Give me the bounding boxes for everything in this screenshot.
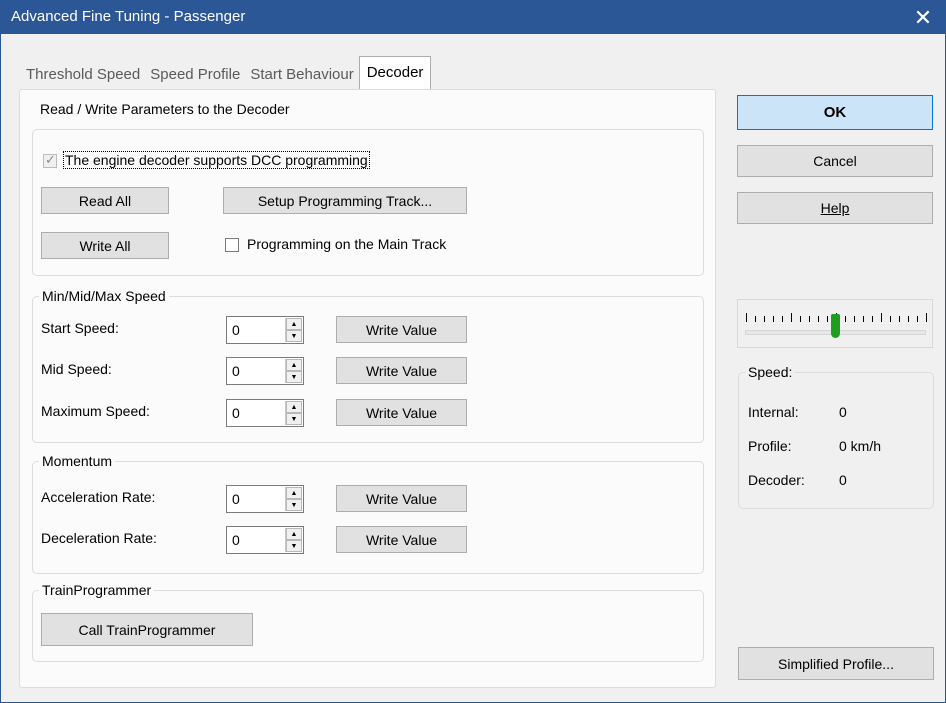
tab-strip: Threshold Speed Speed Profile Start Beha… [21, 56, 432, 90]
trainprogrammer-group: TrainProgrammer Call TrainProgrammer [32, 581, 704, 662]
spin-down-icon[interactable]: ▼ [286, 330, 302, 342]
acceleration-rate-label: Acceleration Rate: [41, 489, 156, 505]
deceleration-rate-stepper[interactable]: 0 ▲ ▼ [226, 526, 304, 554]
maximum-speed-value[interactable]: 0 [232, 405, 240, 421]
simplified-profile-button[interactable]: Simplified Profile... [738, 647, 934, 680]
spin-down-icon[interactable]: ▼ [286, 540, 302, 552]
start-speed-stepper[interactable]: 0 ▲ ▼ [226, 316, 304, 344]
spin-up-icon[interactable]: ▲ [286, 487, 302, 499]
start-speed-value[interactable]: 0 [232, 322, 240, 338]
profile-label: Profile: [748, 438, 792, 454]
slider-tick [872, 316, 873, 322]
tab-threshold-speed[interactable]: Threshold Speed [21, 62, 145, 90]
slider-tick [800, 316, 801, 322]
slider-tick [845, 316, 846, 322]
read-write-group: Read / Write Parameters to the Decoder T… [32, 100, 704, 276]
slider-tick [755, 316, 756, 322]
acceleration-rate-value[interactable]: 0 [232, 491, 240, 507]
write-mid-speed-button[interactable]: Write Value [336, 357, 467, 384]
slider-tick [890, 316, 891, 322]
main-track-label[interactable]: Programming on the Main Track [247, 236, 446, 252]
write-maximum-speed-button[interactable]: Write Value [336, 399, 467, 426]
main-track-checkbox[interactable] [225, 238, 239, 252]
write-all-button[interactable]: Write All [41, 232, 169, 259]
internal-label: Internal: [748, 404, 799, 420]
internal-value: 0 [839, 404, 847, 420]
maximum-speed-label: Maximum Speed: [41, 403, 150, 419]
dcc-programming-checkbox[interactable] [43, 152, 57, 168]
slider-tick [809, 316, 810, 322]
tab-start-behaviour[interactable]: Start Behaviour [245, 62, 358, 90]
slider-tick [926, 313, 927, 322]
slider-thumb[interactable] [831, 314, 840, 338]
slider-tick [917, 316, 918, 322]
spin-down-icon[interactable]: ▼ [286, 499, 302, 511]
slider-tick [899, 316, 900, 322]
decoder-value: 0 [839, 472, 847, 488]
cancel-button[interactable]: Cancel [737, 145, 933, 177]
deceleration-rate-value[interactable]: 0 [232, 532, 240, 548]
spin-down-icon[interactable]: ▼ [286, 371, 302, 383]
mid-speed-value[interactable]: 0 [232, 363, 240, 379]
mid-speed-label: Mid Speed: [41, 361, 112, 377]
write-start-speed-button[interactable]: Write Value [336, 316, 467, 343]
speed-readout-group: Speed: Internal: 0 Profile: 0 km/h Decod… [738, 363, 934, 509]
slider-tick [791, 313, 792, 322]
dialog-window: Advanced Fine Tuning - Passenger ✕ Thres… [0, 0, 946, 703]
maximum-speed-stepper[interactable]: 0 ▲ ▼ [226, 399, 304, 427]
ok-button[interactable]: OK [737, 95, 933, 130]
spin-up-icon[interactable]: ▲ [286, 318, 302, 330]
write-deceleration-rate-button[interactable]: Write Value [336, 526, 467, 553]
slider-tick [818, 316, 819, 322]
spin-up-icon[interactable]: ▲ [286, 359, 302, 371]
spin-down-icon[interactable]: ▼ [286, 413, 302, 425]
slider-tick [854, 316, 855, 322]
speed-slider[interactable] [737, 299, 933, 348]
slider-tick [881, 313, 882, 322]
start-speed-label: Start Speed: [41, 320, 119, 336]
tab-speed-profile[interactable]: Speed Profile [145, 62, 245, 90]
speed-readout-title: Speed: [745, 363, 796, 381]
speed-group: Min/Mid/Max Speed Start Speed: 0 ▲ ▼ Writ… [32, 287, 704, 443]
close-icon[interactable]: ✕ [901, 1, 945, 34]
slider-tick [782, 316, 783, 322]
slider-tick [908, 316, 909, 322]
read-all-button[interactable]: Read All [41, 187, 169, 214]
slider-tick [746, 313, 747, 322]
spin-up-icon[interactable]: ▲ [286, 528, 302, 540]
momentum-group-title: Momentum [39, 452, 116, 470]
window-title: Advanced Fine Tuning - Passenger [11, 8, 246, 25]
mid-speed-stepper[interactable]: 0 ▲ ▼ [226, 357, 304, 385]
read-write-group-title: Read / Write Parameters to the Decoder [37, 100, 293, 118]
slider-tick [773, 316, 774, 322]
profile-value: 0 km/h [839, 438, 882, 454]
speed-group-title: Min/Mid/Max Speed [39, 287, 169, 305]
momentum-group: Momentum Acceleration Rate: 0 ▲ ▼ Write V… [32, 452, 704, 574]
dcc-programming-label[interactable]: The engine decoder supports DCC programm… [63, 151, 370, 169]
slider-tick [863, 316, 864, 322]
acceleration-rate-stepper[interactable]: 0 ▲ ▼ [226, 485, 304, 513]
decoder-tab-panel: Read / Write Parameters to the Decoder T… [19, 89, 716, 688]
call-trainprogrammer-button[interactable]: Call TrainProgrammer [41, 613, 253, 646]
spin-up-icon[interactable]: ▲ [286, 401, 302, 413]
help-button[interactable]: Help [737, 192, 933, 224]
write-acceleration-rate-button[interactable]: Write Value [336, 485, 467, 512]
slider-tick [764, 316, 765, 322]
slider-tick [827, 316, 828, 322]
decoder-label: Decoder: [748, 472, 805, 488]
deceleration-rate-label: Deceleration Rate: [41, 530, 157, 546]
title-bar[interactable]: Advanced Fine Tuning - Passenger ✕ [1, 1, 945, 34]
trainprogrammer-group-title: TrainProgrammer [39, 581, 155, 599]
tab-decoder[interactable]: Decoder [358, 56, 432, 90]
setup-programming-track-button[interactable]: Setup Programming Track... [223, 187, 467, 214]
